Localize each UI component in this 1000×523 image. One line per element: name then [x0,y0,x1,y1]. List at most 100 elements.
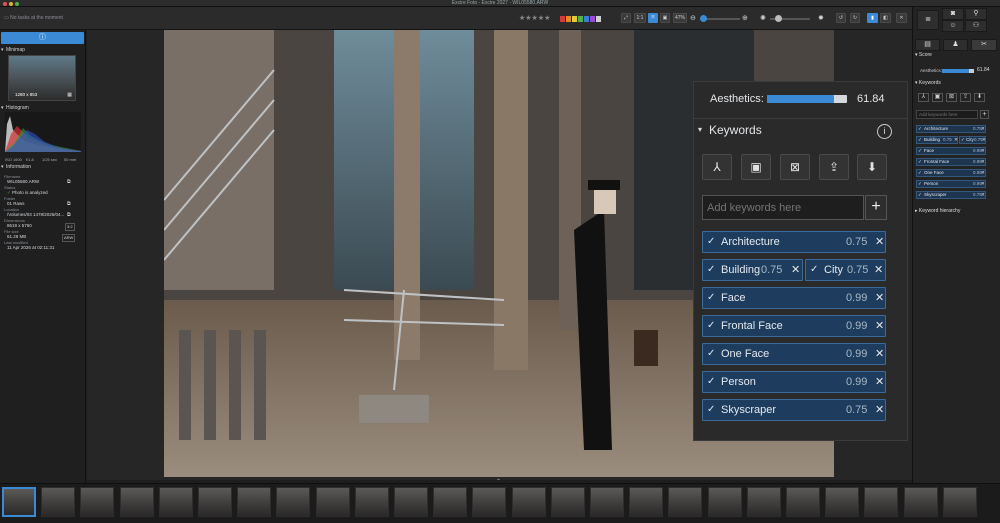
layout-single-button[interactable]: ▮ [867,13,878,23]
filmstrip-thumbnail[interactable] [903,487,938,517]
sidebar-tab-gallery[interactable]: ▤ [915,39,940,51]
filmstrip-thumbnail[interactable] [2,487,36,517]
minimap-header[interactable]: Minimap [0,46,85,54]
color-label-swatch[interactable] [566,16,571,22]
keyword-chip-architecture[interactable]: ✓ Architecture 0.75 ✕ [702,231,886,253]
filmstrip-thumbnail[interactable] [550,487,585,517]
fullscreen-button[interactable]: ⤢ [621,13,631,23]
download-icon[interactable]: ⬇ [974,93,985,102]
color-label-swatch[interactable] [560,16,565,22]
minimap-thumbnail[interactable]: 1280 x 853 ▦ [8,55,76,101]
checkmark-icon[interactable]: ✓ [918,137,922,143]
filmstrip-thumbnail[interactable] [80,487,115,517]
filmstrip-thumbnail[interactable] [276,487,311,517]
checkmark-icon[interactable]: ✓ [707,260,715,280]
sidebar-tab-person[interactable]: ♟ [943,39,968,51]
filmstrip-thumbnail[interactable] [668,487,703,517]
right-keyword-one-face[interactable]: ✓ One Face 0.99 ✕ [916,169,986,177]
right-keyword-input[interactable] [916,110,978,119]
remove-keyword-icon[interactable]: ✕ [981,126,985,132]
copy-folder-icon[interactable]: ⧉ [67,201,71,207]
checkmark-icon[interactable]: ✓ [918,126,922,132]
filmstrip-thumbnail[interactable] [746,487,781,517]
remove-keyword-icon[interactable]: ✕ [875,316,884,336]
minimap-settings-icon[interactable]: ▦ [67,92,72,98]
deselect-icon[interactable]: ⊠ [946,93,957,102]
one-to-one-button[interactable]: 1:1 [634,13,646,23]
view-list-button[interactable]: ≣ [917,10,939,30]
keyword-deselect-button[interactable]: ⊠ [780,154,810,180]
filmstrip-toggle-icon[interactable]: ⌃ [496,478,501,485]
filmstrip-thumbnail[interactable] [825,487,860,517]
right-keyword-city[interactable]: ✓ City 0.75 ✕ [959,136,986,144]
remove-keyword-icon[interactable]: ✕ [875,344,884,364]
color-label-swatch[interactable] [596,16,601,22]
right-keyword-frontal-face[interactable]: ✓ Frontal Face 0.99 ✕ [916,158,986,166]
keyword-chip-face[interactable]: ✓ Face 0.99 ✕ [702,287,886,309]
score-header[interactable]: ▾ Score [915,52,932,58]
layout-compare-button[interactable]: ◧ [880,13,891,23]
keyword-merge-button[interactable]: ⅄ [702,154,732,180]
camera-button[interactable]: ◙ [942,8,964,20]
filmstrip-thumbnail[interactable] [864,487,899,517]
color-label-swatch[interactable] [572,16,577,22]
close-view-button[interactable]: ✕ [896,13,907,23]
copy-location-icon[interactable]: ⧉ [67,212,71,218]
keyword-import-button[interactable]: ⇪ [819,154,849,180]
checkmark-icon[interactable]: ✓ [918,170,922,176]
checkmark-icon[interactable]: ✓ [810,260,818,280]
fit-view-button[interactable]: ⤧ [648,13,658,23]
filmstrip-thumbnail[interactable] [315,487,350,517]
checkmark-icon[interactable]: ✓ [961,137,965,143]
right-keywords-header[interactable]: ▾ Keywords [915,80,941,86]
frame-button[interactable]: ▣ [660,13,670,23]
keyword-chip-skyscraper[interactable]: ✓ Skyscraper 0.75 ✕ [702,399,886,421]
info-icon[interactable]: i [877,124,892,139]
sidebar-tab-tools[interactable]: ✂ [971,39,997,51]
filmstrip-thumbnail[interactable] [629,487,664,517]
right-add-keyword-button[interactable]: + [980,110,989,119]
upload-icon[interactable]: ⇪ [960,93,971,102]
remove-keyword-icon[interactable]: ✕ [874,260,883,280]
remove-keyword-icon[interactable]: ✕ [981,148,985,154]
zoom-out-icon[interactable]: ⊖ [690,14,696,22]
color-label-swatch[interactable] [584,16,589,22]
select-all-icon[interactable]: ▣ [932,93,943,102]
persons-button[interactable]: ⚇ [965,20,987,32]
remove-keyword-icon[interactable]: ✕ [875,232,884,252]
checkmark-icon[interactable]: ✓ [707,344,715,364]
collapse-icon[interactable]: ▾ [698,125,702,134]
keyword-chip-frontal-face[interactable]: ✓ Frontal Face 0.99 ✕ [702,315,886,337]
filmstrip-thumbnail[interactable] [394,487,428,517]
filmstrip-thumbnail[interactable] [237,487,272,517]
filmstrip-thumbnail[interactable] [786,487,820,517]
filmstrip-thumbnail[interactable] [707,487,742,517]
remove-keyword-icon[interactable]: ✕ [981,192,985,198]
remove-keyword-icon[interactable]: ✕ [981,181,985,187]
merge-icon[interactable]: ⅄ [918,93,929,102]
zoom-slider-handle[interactable] [700,15,707,22]
remove-keyword-icon[interactable]: ✕ [982,137,986,143]
remove-keyword-icon[interactable]: ✕ [875,400,884,420]
brightness-slider-handle[interactable] [775,15,782,22]
zoom-level[interactable]: 47% [673,13,687,23]
filmstrip-thumbnail[interactable] [119,487,154,517]
keyword-input[interactable] [702,195,864,220]
checkmark-icon[interactable]: ✓ [918,148,922,154]
checkmark-icon[interactable]: ✓ [918,192,922,198]
color-label-swatch[interactable] [590,16,595,22]
zoom-in-icon[interactable]: ⊕ [742,14,748,22]
color-label-swatch[interactable] [578,16,583,22]
filmstrip-thumbnail[interactable] [942,487,977,517]
checkmark-icon[interactable]: ✓ [707,232,715,252]
remove-keyword-icon[interactable]: ✕ [875,288,884,308]
histogram-header[interactable]: Histogram [0,104,85,112]
checkmark-icon[interactable]: ✓ [918,181,922,187]
keyword-hierarchy-header[interactable]: ▸ Keyword hierarchy [915,208,960,214]
filmstrip-thumbnail[interactable] [590,487,624,517]
checkmark-icon[interactable]: ✓ [707,316,715,336]
right-keyword-building[interactable]: ✓ Building 0.75 ✕ [916,136,958,144]
info-tab[interactable]: ⓘ [1,32,84,44]
add-keyword-button[interactable]: + [865,195,887,220]
keyword-export-button[interactable]: ⬇ [857,154,887,180]
